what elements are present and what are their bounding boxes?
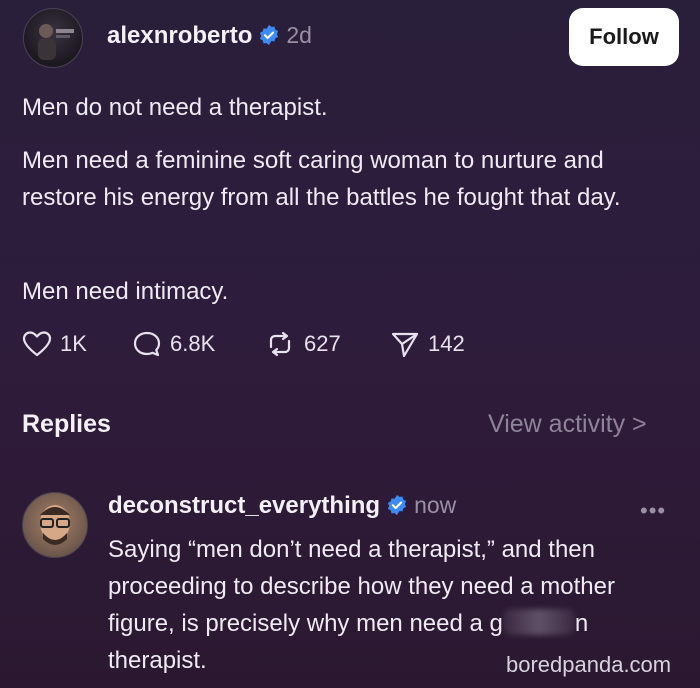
reply-author-avatar[interactable] [22,492,88,558]
like-count: 1K [60,331,87,356]
verified-badge-icon [388,494,407,516]
avatar-image [23,493,87,557]
follow-button[interactable]: Follow [569,8,679,66]
share-button[interactable]: 142 [390,330,465,358]
heart-icon [22,331,52,357]
comment-count: 6.8K [170,331,216,356]
comment-button[interactable]: 6.8K [132,330,215,358]
post-time: 2d [286,22,312,48]
reply-time: now [414,492,457,518]
post-username[interactable]: alexnroberto [107,22,252,49]
censored-word [502,609,575,635]
view-activity-link[interactable]: View activity > [488,410,647,439]
post-paragraph-3: Men need intimacy. [22,278,229,305]
reply-username[interactable]: deconstruct_everything [108,492,380,519]
watermark: boredpanda.com [506,652,672,677]
post-paragraph-2: Men need a feminine soft caring woman to… [22,147,621,211]
comment-bubble-icon [133,331,161,357]
repost-icon [269,331,291,357]
like-button[interactable]: 1K [22,330,87,358]
reply-author-line: deconstruct_everything now [108,492,456,520]
post-author-avatar[interactable] [23,8,83,68]
more-options-icon[interactable]: ••• [640,498,666,524]
post-paragraph-1: Men do not need a therapist. [22,94,328,121]
share-count: 142 [428,331,465,356]
repost-count: 627 [304,331,341,356]
post-author-line: alexnroberto 2d [107,22,312,50]
avatar-image [38,24,74,60]
repost-button[interactable]: 627 [264,330,341,358]
send-icon [391,332,419,358]
verified-badge-icon [260,24,279,46]
replies-heading: Replies [22,410,111,438]
